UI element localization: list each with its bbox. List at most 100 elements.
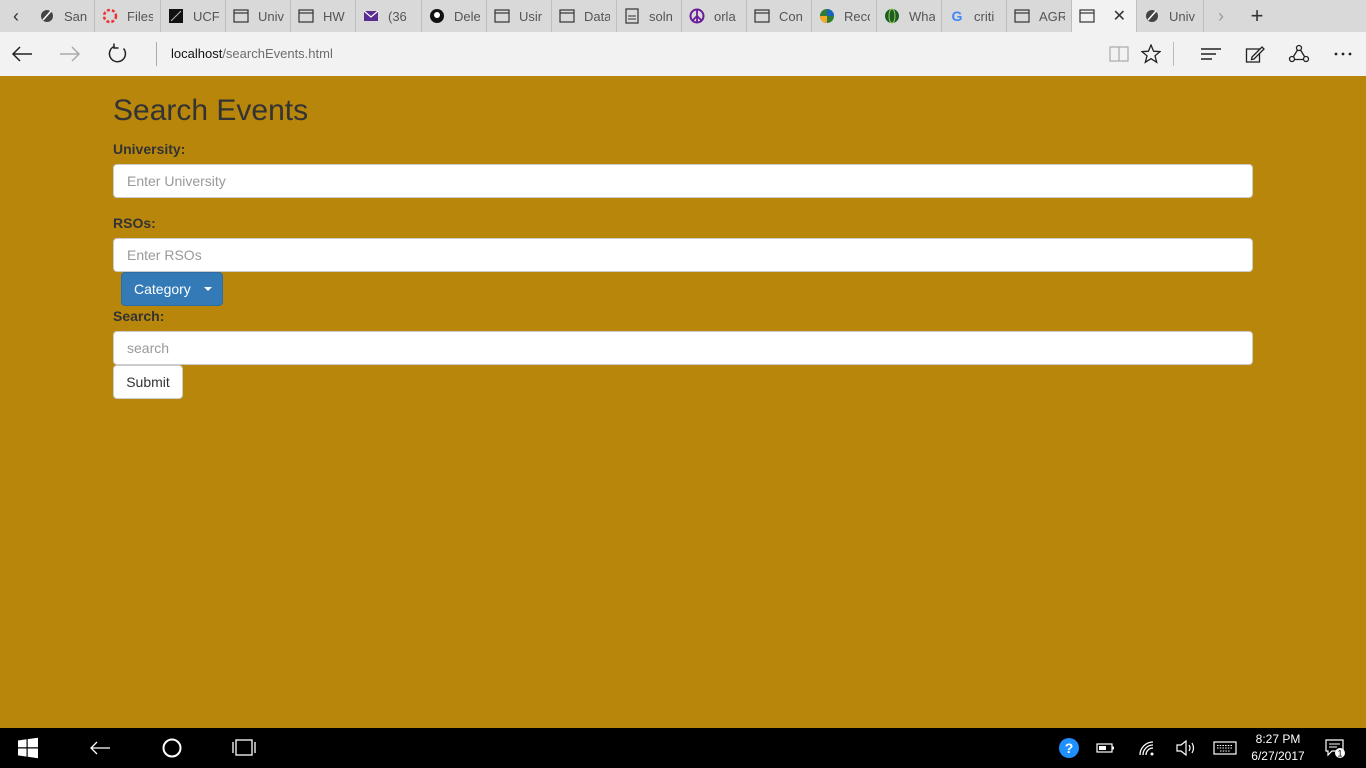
url-field[interactable]: localhost/searchEvents.html bbox=[156, 42, 333, 66]
forward-button[interactable] bbox=[54, 38, 86, 70]
tab-title: orla bbox=[714, 8, 736, 24]
google-icon: G bbox=[948, 7, 966, 25]
svg-text:?: ? bbox=[1065, 740, 1074, 756]
more-button[interactable] bbox=[1327, 38, 1359, 70]
tab-title: UCF bbox=[193, 8, 219, 24]
address-bar: localhost/searchEvents.html bbox=[0, 32, 1366, 76]
wifi-icon[interactable] bbox=[1135, 728, 1159, 768]
browser-tab[interactable]: San bbox=[32, 0, 95, 32]
tab-title: soln bbox=[649, 8, 673, 24]
close-tab-icon[interactable]: ✕ bbox=[1113, 6, 1126, 26]
hub-button[interactable] bbox=[1195, 38, 1227, 70]
tab-active[interactable]: ✕ bbox=[1072, 0, 1137, 32]
clock-date: 6/27/2017 bbox=[1251, 749, 1305, 763]
browser-tab[interactable]: Univ bbox=[226, 0, 291, 32]
browser-tab[interactable]: Usir bbox=[487, 0, 552, 32]
share-button[interactable] bbox=[1283, 38, 1315, 70]
new-tab-button[interactable]: + bbox=[1240, 0, 1274, 32]
pdf-icon bbox=[623, 7, 641, 25]
tab-title: Data bbox=[584, 8, 610, 24]
favorite-button[interactable] bbox=[1135, 38, 1167, 70]
browser-tab[interactable]: Gcriti bbox=[942, 0, 1007, 32]
browser-tab[interactable]: UCF bbox=[161, 0, 226, 32]
back-arrow-icon bbox=[11, 46, 32, 62]
help-tray-icon[interactable]: ? bbox=[1056, 728, 1082, 768]
battery-icon[interactable] bbox=[1094, 728, 1118, 768]
system-clock[interactable]: 8:27 PM 6/27/2017 bbox=[1240, 731, 1316, 765]
browser-tab[interactable]: orla bbox=[682, 0, 747, 32]
action-center-icon: 1 bbox=[1325, 739, 1345, 759]
tab-strip: ‹ San Files UCF Univ HW (36 Dele Usir Data soln or… bbox=[0, 0, 1366, 32]
browser-tab[interactable]: Reco bbox=[812, 0, 877, 32]
search-label: Search: bbox=[113, 308, 165, 324]
browser-tab[interactable]: AGR bbox=[1007, 0, 1072, 32]
unicorn-icon bbox=[38, 7, 56, 25]
url-path: /searchEvents.html bbox=[222, 46, 333, 61]
page-icon bbox=[753, 7, 771, 25]
browser-tab[interactable]: Files bbox=[95, 0, 161, 32]
share-icon bbox=[1288, 44, 1310, 63]
browser-tab[interactable]: Data bbox=[552, 0, 617, 32]
taskbar-back-button[interactable] bbox=[80, 728, 120, 768]
forward-arrow-icon bbox=[60, 46, 81, 62]
back-button[interactable] bbox=[6, 38, 38, 70]
tab-title: criti bbox=[974, 8, 995, 24]
reading-view-button[interactable] bbox=[1103, 38, 1135, 70]
page-title: Search Events bbox=[113, 94, 309, 127]
caret-down-icon bbox=[203, 287, 212, 291]
page-icon bbox=[558, 7, 576, 25]
toolbar-divider bbox=[1173, 42, 1174, 66]
tab-title: Reco bbox=[844, 8, 870, 24]
browser-tab[interactable]: HW bbox=[291, 0, 356, 32]
cortana-circle-icon bbox=[162, 738, 182, 758]
globe-color-icon bbox=[818, 7, 836, 25]
tab-title: AGR bbox=[1039, 8, 1065, 24]
peace-icon bbox=[688, 7, 706, 25]
action-center-button[interactable]: 1 bbox=[1322, 728, 1348, 768]
submit-button[interactable]: Submit bbox=[113, 365, 183, 399]
reading-view-icon bbox=[1109, 46, 1129, 62]
tab-title: Files bbox=[127, 8, 153, 24]
tab-scroll-right-icon[interactable]: › bbox=[1206, 0, 1236, 32]
taskbar: ? 8:27 PM 6/27/2017 1 bbox=[0, 728, 1366, 768]
browser-tab[interactable]: Univ bbox=[1137, 0, 1204, 32]
mail-icon bbox=[362, 7, 380, 25]
browser-tab[interactable]: Dele bbox=[422, 0, 487, 32]
clock-time: 8:27 PM bbox=[1255, 732, 1301, 746]
github-icon bbox=[428, 7, 446, 25]
star-icon bbox=[1141, 44, 1161, 64]
tab-title: Univ bbox=[258, 8, 284, 24]
tab-title: Con bbox=[779, 8, 803, 24]
search-input[interactable] bbox=[113, 331, 1253, 365]
browser-tab[interactable]: soln bbox=[617, 0, 682, 32]
page-icon bbox=[297, 7, 315, 25]
svg-text:G: G bbox=[952, 8, 963, 24]
rsos-label: RSOs: bbox=[113, 215, 156, 231]
browser-tab[interactable]: Con bbox=[747, 0, 812, 32]
lifering-icon bbox=[101, 7, 119, 25]
browser-tab[interactable]: Wha bbox=[877, 0, 942, 32]
category-dropdown-button[interactable]: Category bbox=[121, 272, 223, 306]
page-icon bbox=[232, 7, 250, 25]
keyboard-icon[interactable] bbox=[1210, 728, 1240, 768]
unicorn-icon bbox=[1143, 7, 1161, 25]
web-note-button[interactable] bbox=[1239, 38, 1271, 70]
tab-title: (36 bbox=[388, 8, 407, 24]
tab-scroll-left-icon[interactable]: ‹ bbox=[0, 0, 32, 32]
start-button[interactable] bbox=[8, 728, 48, 768]
rsos-input[interactable] bbox=[113, 238, 1253, 272]
cortana-button[interactable] bbox=[152, 728, 192, 768]
browser-tab[interactable]: (36 bbox=[356, 0, 422, 32]
url-host: localhost bbox=[171, 46, 223, 61]
university-input[interactable] bbox=[113, 164, 1253, 198]
tab-title: Wha bbox=[909, 8, 935, 24]
volume-icon[interactable] bbox=[1173, 728, 1199, 768]
tab-title: San bbox=[64, 8, 88, 24]
svg-text:1: 1 bbox=[1337, 749, 1342, 759]
refresh-button[interactable] bbox=[102, 38, 134, 70]
task-view-button[interactable] bbox=[224, 728, 264, 768]
pen-icon bbox=[1245, 46, 1265, 63]
page-icon bbox=[1078, 7, 1096, 25]
back-arrow-icon bbox=[90, 741, 110, 755]
hub-icon bbox=[1201, 48, 1221, 60]
